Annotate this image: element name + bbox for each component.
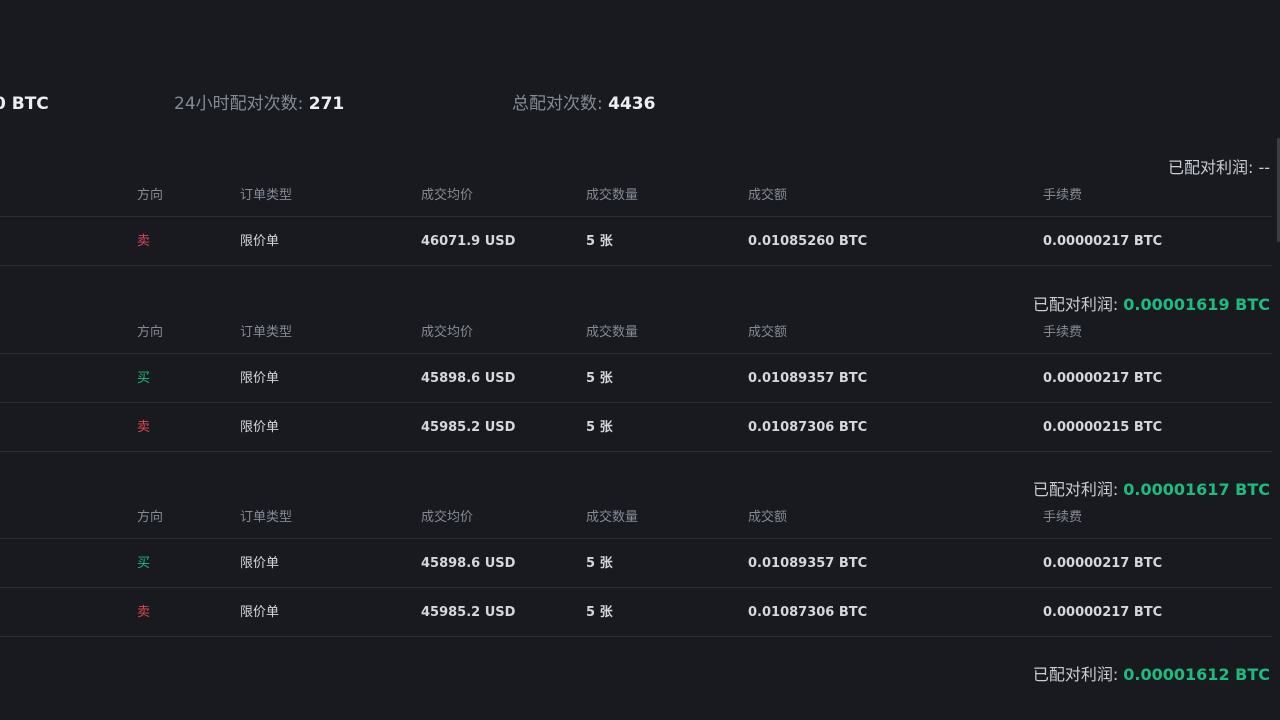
stat-24h-matches: 24小时配对次数: 271 [174,91,344,117]
paired-profit-value: 0.00001612 BTC [1123,665,1270,684]
stat-total-matches-label: 总配对次数: [512,94,609,114]
column-header-direction: 方向 [137,325,164,340]
cell-quantity: 5 张 [586,371,613,386]
cell-amount: 0.01089357 BTC [748,371,868,386]
stat-profit-total: 0 BTC [0,91,49,117]
table-header: 方向 订单类型 成交均价 成交数量 成交额 手续费 [0,176,1272,217]
stat-total-matches: 总配对次数: 4436 [512,91,655,117]
cell-order-type: 限价单 [240,556,280,571]
cell-order-type: 限价单 [240,419,280,435]
cell-avg-price: 45898.6 USD [421,371,516,386]
cell-fee: 0.00000217 BTC [1043,371,1163,386]
paired-profit-label: 已配对利润: [1032,665,1124,684]
cell-avg-price: 45985.2 USD [421,419,516,435]
column-header-amount: 成交额 [748,188,788,203]
cell-amount: 0.01085260 BTC [748,234,868,249]
cell-fee: 0.00000215 BTC [1043,419,1163,435]
cell-quantity: 5 张 [586,604,613,620]
cell-quantity: 5 张 [586,234,613,249]
column-header-direction: 方向 [137,188,164,203]
cell-order-type: 限价单 [240,234,280,249]
paired-profit-value: 0.00001619 BTC [1123,295,1270,314]
cell-order-type: 限价单 [240,371,280,386]
cell-direction: 卖 [137,419,151,435]
cell-quantity: 5 张 [586,419,613,435]
order-pairs-page: 0 BTC 24小时配对次数: 271 总配对次数: 4436 已配对利润: -… [0,0,1280,720]
cell-amount: 0.01087306 BTC [748,419,868,435]
column-header-order-type: 订单类型 [240,325,293,340]
cell-direction: 卖 [137,604,151,620]
table-row: 卖 限价单 45985.2 USD 5 张 0.01087306 BTC 0.000002… [0,404,1272,452]
paired-profit-label: 已配对利润: [1032,480,1124,499]
cell-amount: 0.01089357 BTC [748,556,868,571]
paired-profit: 已配对利润: 0.00001612 BTC [1033,663,1270,687]
table-header: 方向 订单类型 成交均价 成交数量 成交额 手续费 [0,498,1272,539]
column-header-amount: 成交额 [748,510,788,525]
stat-24h-matches-label: 24小时配对次数: [174,94,309,114]
cell-quantity: 5 张 [586,556,613,571]
cell-fee: 0.00000217 BTC [1043,604,1163,620]
column-header-quantity: 成交数量 [586,325,639,340]
cell-amount: 0.01087306 BTC [748,604,868,620]
table-row: 卖 限价单 45985.2 USD 5 张 0.01087306 BTC 0.000002… [0,589,1272,637]
table-row: 卖 限价单 46071.9 USD 5 张 0.01085260 BTC 0.000002… [0,218,1272,266]
paired-profit-value: 0.00001617 BTC [1123,480,1270,499]
column-header-quantity: 成交数量 [586,510,639,525]
stat-profit-total-value: 0 [0,94,12,114]
cell-fee: 0.00000217 BTC [1043,556,1163,571]
cell-avg-price: 45898.6 USD [421,556,516,571]
column-header-fee: 手续费 [1043,510,1083,525]
stat-total-matches-value: 4436 [608,94,656,114]
column-header-direction: 方向 [137,510,164,525]
column-header-quantity: 成交数量 [586,188,639,203]
column-header-order-type: 订单类型 [240,188,293,203]
stat-profit-total-unit: BTC [11,94,49,114]
column-header-avg-price: 成交均价 [421,325,474,340]
column-header-fee: 手续费 [1043,325,1083,340]
cell-avg-price: 45985.2 USD [421,604,516,620]
table-row: 买 限价单 45898.6 USD 5 张 0.01089357 BTC 0.000002… [0,540,1272,588]
stats-bar: 0 BTC 24小时配对次数: 271 总配对次数: 4436 [0,91,1280,117]
paired-profit-label: 已配对利润: [1167,158,1259,177]
column-header-avg-price: 成交均价 [421,188,474,203]
column-header-order-type: 订单类型 [240,510,293,525]
stat-24h-matches-value: 271 [308,94,345,114]
cell-order-type: 限价单 [240,604,280,620]
paired-profit-value: -- [1258,158,1270,177]
cell-fee: 0.00000217 BTC [1043,234,1163,249]
table-row: 买 限价单 45898.6 USD 5 张 0.01089357 BTC 0.000002… [0,355,1272,403]
column-header-fee: 手续费 [1043,188,1083,203]
cell-direction: 买 [137,371,151,386]
cell-direction: 买 [137,556,151,571]
column-header-amount: 成交额 [748,325,788,340]
cell-direction: 卖 [137,234,151,249]
cell-avg-price: 46071.9 USD [421,234,516,249]
paired-profit-label: 已配对利润: [1032,295,1124,314]
column-header-avg-price: 成交均价 [421,510,474,525]
table-header: 方向 订单类型 成交均价 成交数量 成交额 手续费 [0,313,1272,354]
